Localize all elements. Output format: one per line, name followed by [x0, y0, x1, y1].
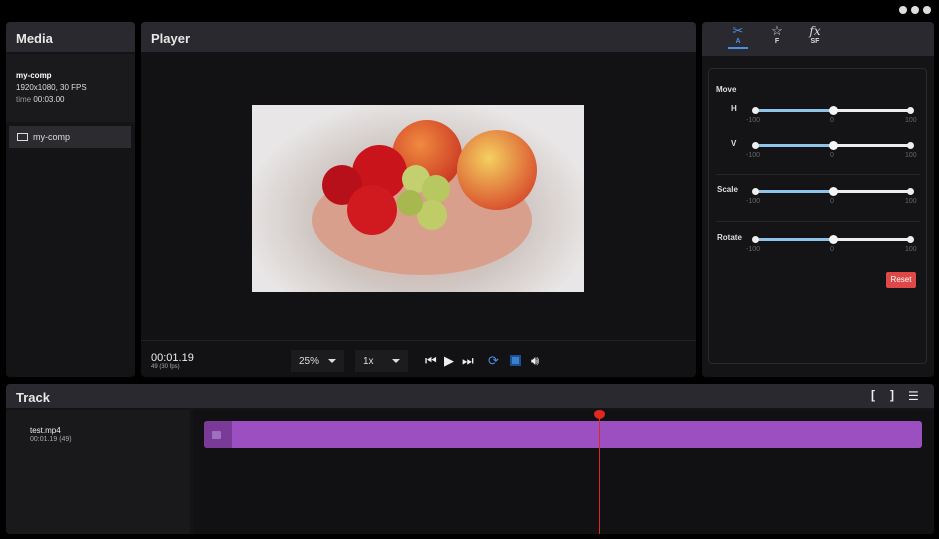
- tab-a[interactable]: ✂ A: [728, 24, 748, 49]
- slider-thumb[interactable]: [829, 141, 838, 150]
- timecode: 00:01.19: [151, 352, 194, 364]
- clip-time: 00:01.19 (49): [30, 436, 72, 443]
- speed-value: 1x: [363, 356, 374, 367]
- loop-button[interactable]: ⟳: [488, 353, 499, 369]
- chevron-down-icon: [328, 359, 336, 363]
- frame-info: 49 (30 fps): [151, 364, 180, 370]
- video-icon: [204, 421, 232, 448]
- slider-label: V: [731, 139, 737, 148]
- clip-name: test.mp4: [30, 426, 61, 435]
- media-title: Media: [6, 22, 135, 52]
- zoom-select[interactable]: 25%: [291, 350, 344, 372]
- media-panel: Media my-comp 1920x1080, 30 FPS time 00:…: [6, 22, 135, 377]
- close-button[interactable]: [923, 6, 931, 14]
- slider-label: Scale: [717, 185, 738, 194]
- slider-thumb[interactable]: [829, 235, 838, 244]
- properties-box: [708, 68, 927, 364]
- time-value: 00:03.00: [33, 95, 65, 104]
- tab-f[interactable]: ☆ F: [767, 23, 787, 46]
- chevron-down-icon: [392, 359, 400, 363]
- skip-back-button[interactable]: ⏮: [425, 353, 437, 369]
- media-item[interactable]: my-comp: [9, 126, 131, 148]
- slider-mid: 0: [830, 246, 834, 253]
- playhead[interactable]: [593, 410, 605, 534]
- slider-v[interactable]: [752, 141, 914, 150]
- section-move: Move: [716, 85, 737, 94]
- comp-resolution: 1920x1080, 30 FPS: [16, 83, 87, 92]
- comp-name: my-comp: [16, 71, 52, 80]
- zoom-value: 25%: [299, 356, 320, 367]
- fit-button[interactable]: [510, 355, 521, 366]
- video-preview: [252, 105, 584, 292]
- slider-max: 100: [905, 117, 917, 124]
- slider-label: H: [731, 104, 737, 113]
- tab-label: F: [774, 38, 780, 45]
- divider: [716, 221, 920, 222]
- media-info: my-comp 1920x1080, 30 FPS time 00:03.00: [6, 54, 135, 122]
- mark-out-button[interactable]: ]: [890, 388, 894, 402]
- slider-min: -100: [746, 198, 761, 205]
- mark-in-button[interactable]: [: [871, 388, 875, 402]
- slider-rotate[interactable]: [752, 235, 914, 244]
- slider-mid: 0: [830, 117, 834, 124]
- divider: [141, 340, 696, 341]
- slider-min: -100: [746, 152, 761, 159]
- play-button[interactable]: ▶: [444, 353, 454, 369]
- slider-min: -100: [746, 246, 761, 253]
- slider-mid: 0: [830, 198, 834, 205]
- slider-h[interactable]: [752, 106, 914, 115]
- maximize-button[interactable]: [911, 6, 919, 14]
- slider-thumb[interactable]: [829, 187, 838, 196]
- skip-forward-button[interactable]: ⏭: [462, 353, 474, 369]
- slider-max: 100: [905, 246, 917, 253]
- slider-max: 100: [905, 152, 917, 159]
- slider-thumb[interactable]: [829, 106, 838, 115]
- divider: [716, 174, 920, 175]
- slider-min: -100: [746, 117, 761, 124]
- tab-label: A: [735, 38, 741, 45]
- slider-scale[interactable]: [752, 187, 914, 196]
- tab-label: SF: [810, 38, 820, 45]
- scissors-icon: ✂: [732, 23, 744, 38]
- player-title: Player: [141, 22, 696, 52]
- track-panel: Track: [6, 384, 934, 534]
- film-icon: [17, 133, 28, 141]
- slider-label: Rotate: [717, 233, 742, 242]
- media-item-label: my-comp: [33, 132, 71, 142]
- slider-mid: 0: [830, 152, 834, 159]
- volume-button[interactable]: 🔊︎: [531, 353, 539, 369]
- fx-icon: fx: [809, 24, 821, 38]
- speed-select[interactable]: 1x: [355, 350, 408, 372]
- track-title: Track: [6, 384, 934, 408]
- menu-icon[interactable]: ☰: [908, 389, 919, 403]
- minimize-button[interactable]: [899, 6, 907, 14]
- slider-max: 100: [905, 198, 917, 205]
- time-label: time: [16, 95, 32, 104]
- reset-button[interactable]: Reset: [886, 272, 916, 288]
- timeline-clip[interactable]: [204, 421, 922, 448]
- star-icon: ☆: [771, 23, 783, 38]
- tab-sf[interactable]: fx SF: [805, 24, 825, 45]
